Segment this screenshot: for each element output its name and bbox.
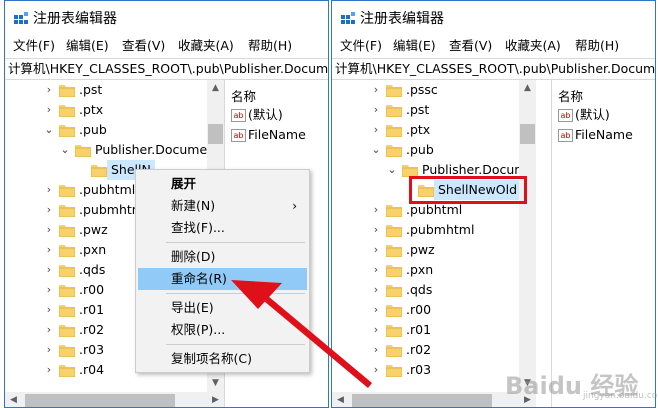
watermark-url: jingyan.baidu.com [583, 391, 658, 401]
arrow-shaft [258, 291, 372, 388]
annotation-arrow [231, 280, 372, 388]
